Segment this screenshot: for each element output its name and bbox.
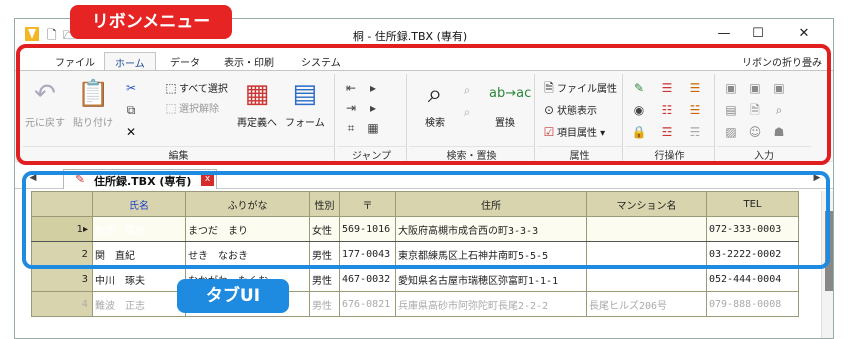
table-cell[interactable]: 467-0032 bbox=[339, 266, 396, 292]
table-cell[interactable]: 079-888-0008 bbox=[706, 291, 799, 317]
ribbon-menu-badge: リボンメニュー bbox=[70, 5, 232, 39]
minimize-button[interactable]: — bbox=[707, 23, 741, 45]
table-cell[interactable]: 愛知県名古屋市瑞穂区弥富町1-1-1 bbox=[395, 266, 587, 292]
table-cell[interactable]: 長尾ヒルズ206号 bbox=[586, 291, 707, 317]
table-row[interactable]: 3 中川 琢夫 なかがわ たくお 男性 467-0032 愛知県名古屋市瑞穂区弥… bbox=[31, 266, 799, 292]
table-cell[interactable]: 052-444-0004 bbox=[706, 266, 799, 292]
table-cell[interactable]: 中川 琢夫 bbox=[92, 266, 186, 292]
tab-ui-badge: タブUI bbox=[177, 279, 289, 313]
maximize-button[interactable]: ☐ bbox=[741, 23, 775, 45]
table-row[interactable]: 4 難波 正志 なんば まさし 男性 676-0821 兵庫県高砂市阿弥陀町長尾… bbox=[31, 291, 799, 317]
table-cell[interactable]: 兵庫県高砂市阿弥陀町長尾2-2-2 bbox=[395, 291, 587, 317]
table-cell[interactable]: 男性 bbox=[309, 266, 340, 292]
table-cell[interactable]: 676-0821 bbox=[339, 291, 396, 317]
ribbon-callout-frame bbox=[16, 44, 831, 165]
row-number[interactable]: 4 bbox=[31, 291, 93, 317]
close-button[interactable]: ✕ bbox=[787, 23, 821, 45]
tab-callout-frame bbox=[22, 171, 830, 269]
table-cell[interactable] bbox=[586, 266, 707, 292]
row-number[interactable]: 3 bbox=[31, 266, 93, 292]
table-cell[interactable]: 男性 bbox=[309, 291, 340, 317]
table-cell[interactable]: 難波 正志 bbox=[92, 291, 186, 317]
